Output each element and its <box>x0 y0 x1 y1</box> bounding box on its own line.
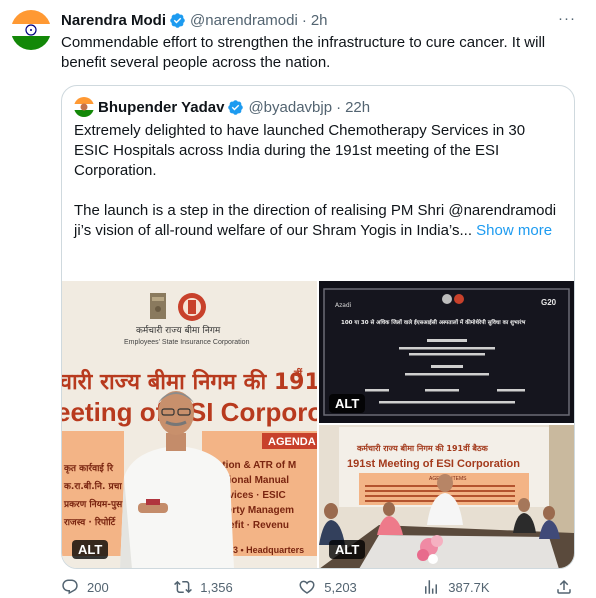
media-image-3[interactable]: कर्मचारी राज्य बीमा निगम की 191वीं बैठक … <box>319 425 574 568</box>
quoted-tweet-header: Bhupender Yadav @byadavbjp · 22h <box>74 97 370 117</box>
views-button[interactable]: 387.7K <box>422 578 490 596</box>
image-1-banner-hindi-superscript: वीं <box>293 367 303 380</box>
tweet-text: Commendable effort to strengthen the inf… <box>61 34 546 71</box>
views-chart-icon <box>425 580 438 594</box>
quoted-tweet[interactable]: Bhupender Yadav @byadavbjp · 22h Extreme… <box>61 85 575 569</box>
more-options-icon[interactable]: ··· <box>558 10 576 27</box>
reply-count: 200 <box>87 579 109 595</box>
image-3-banner-english: 191st Meeting of ESI Corporation <box>347 458 520 470</box>
svg-text:Azadi: Azadi <box>335 302 352 309</box>
image-1-left-item-1: कृत कार्रवाई रि <box>63 462 113 474</box>
separator-dot: · <box>336 98 342 116</box>
show-more-link[interactable]: Show more <box>476 222 552 239</box>
quoted-tweet-time: 22h <box>345 98 371 116</box>
quoted-tweet-text: Extremely delighted to have launched Che… <box>74 121 564 241</box>
separator-dot: · <box>301 11 307 29</box>
heart-icon <box>299 580 315 594</box>
image-1-agenda-label: AGENDA <box>268 436 316 448</box>
image-3-banner-hindi: कर्मचारी राज्य बीमा निगम की 191वीं बैठक <box>356 443 489 453</box>
image-1-left-item-2: क.रा.बी.नि. प्रचा <box>63 480 122 492</box>
repost-button[interactable]: 1,356 <box>174 578 233 596</box>
author-handle[interactable]: @narendramodi <box>190 12 298 29</box>
reply-button[interactable]: 200 <box>61 578 109 596</box>
alt-badge-image-3[interactable]: ALT <box>329 540 366 559</box>
image-1-org-hindi: कर्मचारी राज्य बीमा निगम <box>136 324 221 336</box>
repost-count: 1,356 <box>200 579 233 595</box>
author-avatar[interactable] <box>11 10 51 50</box>
image-1-banner-hindi: चारी राज्य बीमा निगम की 191 <box>62 368 317 395</box>
share-icon <box>557 579 571 594</box>
quoted-author-avatar <box>74 97 94 117</box>
media-image-1[interactable]: कर्मचारी राज्य बीमा निगम Employees' Stat… <box>62 281 317 568</box>
image-1-org-english: Employees' State Insurance Corporation <box>124 339 250 346</box>
views-count: 387.7K <box>448 579 490 595</box>
quoted-author-handle: @byadavbjp <box>248 98 333 116</box>
quoted-paragraph-1: Extremely delighted to have launched Che… <box>74 122 526 179</box>
image-1-artwork: कर्मचारी राज्य बीमा निगम Employees' Stat… <box>62 281 317 568</box>
like-button[interactable]: 5,203 <box>298 578 357 596</box>
tweet-time[interactable]: 2h <box>311 12 328 29</box>
alt-badge-image-1[interactable]: ALT <box>72 540 109 559</box>
share-button[interactable] <box>555 578 581 596</box>
alt-badge-image-2[interactable]: ALT <box>329 394 366 413</box>
quoted-author-name: Bhupender Yadav <box>98 98 225 116</box>
reply-icon <box>62 579 78 595</box>
author-name[interactable]: Narendra Modi <box>61 12 166 29</box>
media-grid: कर्मचारी राज्य बीमा निगम Employees' Stat… <box>62 281 574 568</box>
verified-badge-icon <box>170 12 185 28</box>
like-count: 5,203 <box>324 579 357 595</box>
image-1-left-item-4: राजस्व · रिपोर्टि <box>63 516 116 528</box>
quoted-paragraph-2: The launch is a step in the direction of… <box>74 201 564 241</box>
repost-icon <box>174 580 193 594</box>
action-bar: 200 1,356 5,203 387.7K <box>61 577 581 597</box>
tweet-header: Narendra Modi @narendramodi · 2h ··· <box>61 10 576 30</box>
image-2-title: 100 या 30 से अधिक जिलों वाले ईएसआईसी अस्… <box>341 318 526 326</box>
media-image-2[interactable]: Azadi G20 100 या 30 से अधिक जिलों वाले ई… <box>319 281 574 423</box>
image-1-left-item-3: प्रकरण नियम-पुस <box>63 498 123 510</box>
verified-badge-icon <box>228 99 244 115</box>
image-1-footer-text: 23 • Headquarters <box>228 545 304 555</box>
image-2-logo: G20 <box>541 298 557 307</box>
